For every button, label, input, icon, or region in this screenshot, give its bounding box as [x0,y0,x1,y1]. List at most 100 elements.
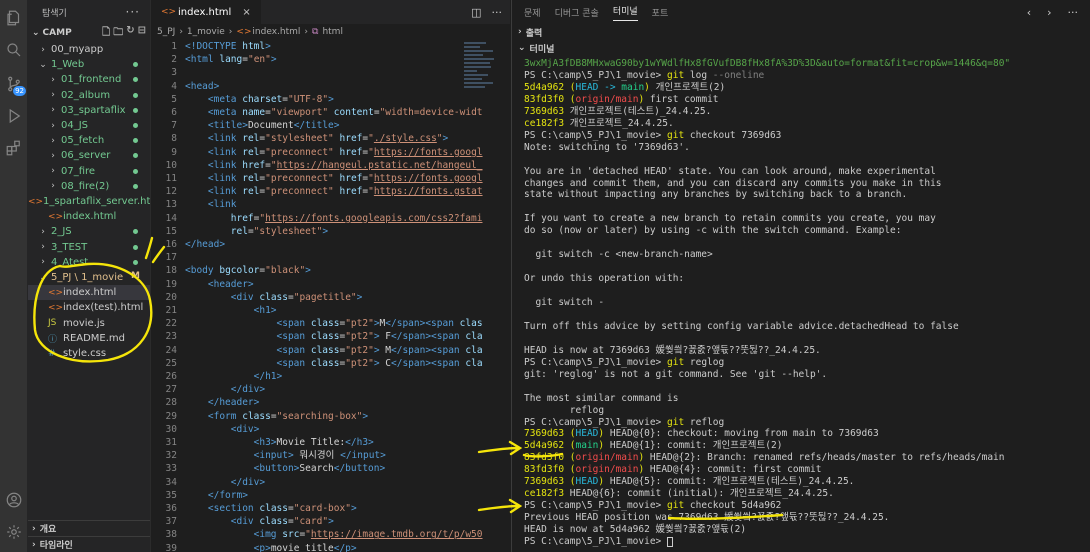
terminal-label: 터미널 [529,44,555,55]
folder-item[interactable]: › 05_fetch [28,133,150,148]
account-icon[interactable] [4,490,24,510]
editor-scrollbar[interactable] [500,40,510,552]
code-text: <html lang="en"> [185,54,277,66]
folder-item[interactable]: › 04_JS [28,118,150,133]
editor-group: <> index.html × ◫ ··· 5_PJ › 1_movie › <… [150,0,510,552]
folder-item[interactable]: › 03_spartaflix [28,103,150,118]
terminal-line: reflog [524,404,605,416]
file-item[interactable]: JS movie.js [28,316,150,331]
code-text: <link rel="preconnect" href="https://fon… [207,173,483,184]
line-number: 4 [171,80,177,92]
file-item[interactable]: <> index.html [28,285,150,301]
folder-item[interactable]: › 02_album [28,88,150,103]
collapse-all-icon[interactable]: ⊟ [138,25,146,42]
folder-item[interactable]: › 2_JS [28,224,150,239]
tab-debug-console[interactable]: 디버그 콘솔 [555,6,599,19]
tab-label: index.html [178,6,232,18]
folder-item[interactable]: › 08_fire(2) [28,179,150,194]
settings-gear-icon[interactable] [4,522,24,542]
code-line: 28 </header> [151,396,511,409]
breadcrumb-item[interactable]: 1_movie [187,27,225,37]
folder-item[interactable]: › 07_fire [28,164,150,179]
tab-ports[interactable]: 포트 [652,6,669,19]
tree-item-label: index.html [63,211,117,223]
new-folder-icon[interactable]: 🗀 [113,25,123,42]
file-item[interactable]: <> index(test).html [28,300,150,315]
terminal-line: state without impacting any branches by … [524,189,908,201]
folder-item[interactable]: › 06_server [28,148,150,163]
file-item[interactable]: <> index.html [28,209,150,224]
code-line: 6 <meta name="viewport" content="width=d… [151,106,511,119]
html-file-icon: <> [48,287,64,298]
code-text: </header> [207,397,260,409]
chevron-right-icon: › [304,27,308,37]
tree-item-label: 00_myapp [51,44,104,55]
folder-item[interactable]: › 00_myapp [28,42,150,57]
code-line: 3 [151,66,511,79]
outline-section[interactable]: › 개요 [28,520,150,536]
close-icon[interactable]: × [242,7,250,18]
folder-item[interactable]: › 01_frontend [28,72,150,87]
file-item[interactable]: # style.css [28,346,150,361]
line-number: 23 [165,331,177,343]
timeline-section[interactable]: › 타임라인 [28,536,150,552]
code-line: 23 <span class="pt2"> F</span><span cla [151,330,511,343]
explorer-icon[interactable] [4,8,24,28]
git-status-dot [133,92,138,98]
git-status-dot [133,183,138,189]
output-section[interactable]: › 출력 [512,24,1090,40]
line-number: 3 [171,67,177,79]
git-status-dot [133,229,138,235]
run-debug-icon[interactable] [4,106,24,126]
more-actions-icon[interactable]: ··· [126,5,140,19]
folder-item[interactable]: › 3_TEST [28,240,150,255]
search-icon[interactable] [4,40,24,60]
folder-item[interactable]: ⌄ 1_Web [28,57,150,72]
code-editor[interactable]: 1 <!DOCTYPE html> 2 <html lang="en"> 3 4 <head… [151,40,511,552]
minimap[interactable] [464,40,496,200]
code-text: <link rel="preconnect" href="https://fon… [207,146,483,158]
code-text: <link href="https://hangeul.pstatic.net/… [207,159,483,171]
new-file-icon[interactable]: 🗋 [102,25,110,42]
tab-index-html[interactable]: <> index.html × [151,0,261,24]
more-actions-icon[interactable]: ··· [1068,6,1079,19]
source-control-icon[interactable]: 92 [4,74,26,96]
file-item[interactable]: <> 1_spartaflix_server.ht... [28,194,150,209]
workspace-root[interactable]: ⌄ CAMP 🗋 🗀 ↻ ⊟ [28,24,150,42]
file-item[interactable]: ⓘ README.md [28,331,150,346]
split-editor-icon[interactable]: ◫ [471,6,481,19]
breadcrumb-item[interactable]: index.html [252,27,300,37]
tab-problems[interactable]: 문제 [524,6,541,19]
terminal-section[interactable]: ⌄ 터미널 [512,40,1090,56]
chevron-right-icon: › [51,135,55,146]
code-text: <img src="https://image.tmdb.org/t/p/w50 [253,529,483,541]
code-line: 20 <div class="pagetitle"> [151,291,511,304]
refresh-icon[interactable]: ↻ [126,25,134,42]
terminal-line: 7369d63 (HEAD) HEAD@{5}: commit: 개인프로젝트(… [524,476,855,488]
tree-item-label: 2_JS [51,226,72,238]
code-line: 18 <body bgcolor="black"> [151,264,511,277]
breadcrumb-item[interactable]: html [322,27,343,37]
line-number: 34 [165,476,177,488]
terminal-output[interactable]: 3wxMjA3fDB8MHxwaG90by1wYWdlfHx8fGVufDB8f… [524,58,1084,552]
code-text: <link rel="preconnect" href="https://fon… [207,186,483,198]
line-number: 22 [165,318,177,330]
folder-item[interactable]: ⌄ 5_PJ \ 1_movie M [28,270,150,285]
code-text: <meta name="viewport" content="width=dev… [207,107,483,118]
tab-terminal[interactable]: 터미널 [612,4,638,21]
code-text: <input> 뭐시경이 </input> [253,450,386,462]
code-text: <p>movie title</p> [253,542,357,552]
line-number: 24 [165,344,177,356]
chevron-left-icon[interactable]: ‹ [1027,6,1031,19]
line-number: 20 [165,291,177,303]
markdown-file-icon: ⓘ [48,334,58,345]
more-actions-icon[interactable]: ··· [492,6,503,19]
line-number: 13 [165,199,177,211]
folder-item[interactable]: › 4_Atest [28,255,150,270]
line-number: 35 [165,489,177,501]
chevron-right-icon[interactable]: › [1047,6,1051,19]
terminal-line: 5d4a962 (main) HEAD@{1}: commit: 개인프로젝트(… [524,440,783,452]
extensions-icon[interactable] [4,138,24,158]
breadcrumb-item[interactable]: 5_PJ [157,27,175,37]
terminal-line: 3wxMjA3fDB8MHxwaG90by1wYWdlfHx8fGVufDB8f… [524,58,1011,69]
